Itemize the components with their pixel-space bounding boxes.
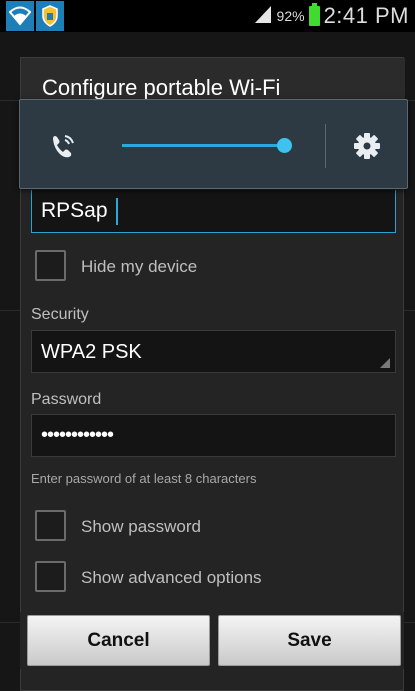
divider [325, 124, 326, 168]
hide-device-checkbox[interactable] [35, 250, 66, 281]
security-label: Security [31, 306, 89, 323]
dialog-button-bar: Cancel Save [20, 612, 404, 669]
password-hint: Enter password of at least 8 characters [31, 471, 257, 486]
ssid-value: RPSap [41, 199, 108, 222]
dialog-title: Configure portable Wi-Fi [42, 75, 281, 100]
clock: 2:41 PM [323, 3, 409, 28]
battery-icon [308, 3, 320, 26]
network-ssid-input[interactable]: RPSap [31, 190, 396, 233]
phone-call-icon[interactable] [50, 133, 76, 159]
signal-icon [253, 4, 273, 29]
hide-device-label: Hide my device [81, 257, 198, 276]
show-advanced-checkbox[interactable] [35, 561, 66, 592]
volume-slider-thumb[interactable] [277, 138, 292, 153]
status-bar: 92% 2:41 PM [0, 0, 415, 32]
system-status: 92% 2:41 PM [253, 0, 409, 32]
password-value: •••••••••••• [41, 424, 114, 446]
cancel-button[interactable]: Cancel [27, 615, 210, 666]
battery-percent: 92% [276, 8, 305, 24]
password-input[interactable]: •••••••••••• [31, 414, 396, 457]
show-password-label: Show password [81, 517, 202, 536]
security-select[interactable]: WPA2 PSK [31, 330, 396, 373]
security-value: WPA2 PSK [41, 341, 142, 363]
wifi-icon [6, 1, 34, 31]
volume-slider-track[interactable] [122, 144, 286, 147]
volume-overlay [19, 99, 408, 189]
shield-app-icon [36, 1, 64, 31]
notification-icons [0, 0, 96, 32]
show-password-checkbox[interactable] [35, 510, 66, 541]
text-cursor [116, 198, 118, 225]
show-advanced-label: Show advanced options [81, 568, 262, 587]
dropdown-corner-icon [380, 358, 390, 368]
gear-icon[interactable] [353, 132, 381, 160]
password-label: Password [31, 391, 102, 408]
save-button[interactable]: Save [218, 615, 401, 666]
